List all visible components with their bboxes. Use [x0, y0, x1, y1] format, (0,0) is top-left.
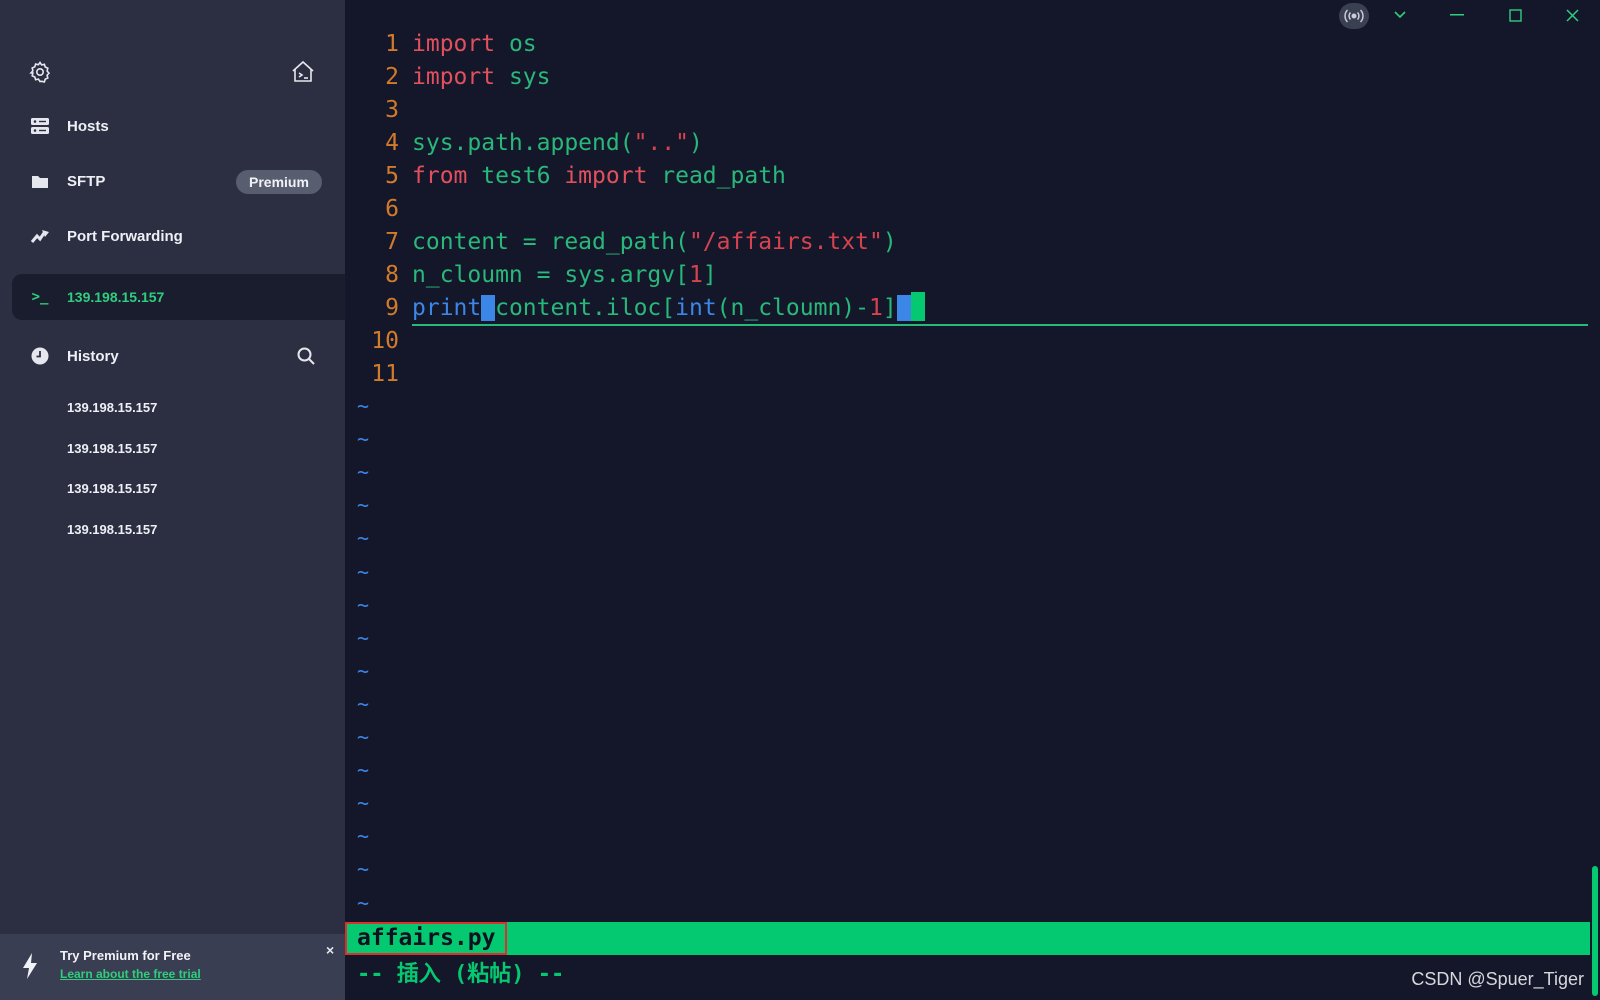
sidebar-item-hosts[interactable]: Hosts: [0, 104, 345, 148]
line-number: 9: [385, 295, 399, 321]
port-forwarding-icon: [30, 226, 50, 246]
code-text: import os: [412, 28, 537, 61]
matched-paren: (: [481, 295, 496, 321]
code-token: "/affairs.txt": [688, 229, 883, 255]
line-number: 8: [385, 262, 399, 288]
home-terminal-icon[interactable]: [290, 59, 316, 85]
empty-line-tilde: ~: [357, 758, 370, 783]
clock-icon: [30, 346, 50, 366]
scrollbar-thumb[interactable]: [1592, 866, 1598, 996]
history-entry[interactable]: 139.198.15.157: [67, 400, 157, 415]
sidebar-item-label: Hosts: [67, 117, 109, 135]
promo-title: Try Premium for Free: [60, 948, 191, 963]
free-trial-link[interactable]: Learn about the free trial: [60, 967, 201, 981]
empty-line-tilde: ~: [357, 427, 370, 452]
line-number: 4: [385, 130, 399, 156]
history-entry[interactable]: 139.198.15.157: [67, 481, 157, 496]
code-token: ]: [882, 295, 897, 321]
close-icon[interactable]: ×: [326, 942, 334, 958]
sidebar-item-active-session[interactable]: >_ 139.198.15.157: [12, 274, 345, 320]
search-icon[interactable]: [296, 346, 316, 366]
empty-line-tilde: ~: [357, 559, 370, 584]
empty-line-tilde: ~: [357, 691, 370, 716]
text-cursor: [910, 292, 925, 321]
terminal-icon: >_: [31, 289, 49, 305]
code-text: print(content.iloc[int(n_cloumn)-1]): [412, 292, 925, 325]
code-token: n_cloumn = sys.argv[: [412, 262, 689, 288]
sidebar-item-label: SFTP: [67, 172, 106, 190]
code-token: read_path: [647, 163, 786, 189]
empty-line-tilde: ~: [357, 460, 370, 485]
empty-line-tilde: ~: [357, 493, 370, 518]
sidebar-top-bar: [0, 58, 345, 88]
line-number: 1: [385, 31, 399, 57]
cursor-line-underline: [412, 324, 1588, 326]
folder-icon: [30, 171, 50, 191]
history-label: History: [67, 347, 119, 365]
code-token: int: [675, 295, 717, 321]
lightning-icon: [23, 953, 37, 979]
code-token: content.iloc[: [495, 295, 676, 321]
line-number: 11: [371, 361, 399, 387]
empty-line-tilde: ~: [357, 824, 370, 849]
code-token: import: [412, 64, 496, 90]
code-token: import: [412, 31, 496, 57]
empty-line-tilde: ~: [357, 725, 370, 749]
history-entry[interactable]: 139.198.15.157: [67, 441, 157, 456]
line-number: 7: [385, 229, 399, 255]
empty-line-tilde: ~: [357, 890, 370, 915]
code-token: from: [412, 163, 468, 189]
code-token: ]: [702, 262, 717, 288]
code-token: os: [495, 31, 537, 57]
sidebar-item-label: 139.198.15.157: [67, 289, 165, 305]
line-number: 3: [385, 97, 399, 123]
code-text: import sys: [412, 61, 550, 94]
sidebar: Hosts SFTP Premium Port Forwarding >_ 13…: [0, 0, 345, 1000]
empty-line-tilde: ~: [357, 526, 370, 551]
history-entry[interactable]: 139.198.15.157: [67, 522, 157, 537]
matched-paren: ): [896, 295, 911, 321]
history-header[interactable]: History: [0, 334, 345, 378]
code-text: n_cloumn = sys.argv[1]: [412, 259, 717, 292]
code-token: ): [688, 130, 703, 156]
empty-line-tilde: ~: [357, 592, 370, 617]
empty-line-tilde: ~: [357, 658, 370, 683]
gear-icon[interactable]: [28, 60, 52, 84]
line-number: 10: [371, 328, 399, 354]
empty-line-tilde: ~: [357, 394, 370, 418]
code-token: print: [412, 295, 482, 321]
vim-editor[interactable]: 1 import os 2 import sys 3 4 sys.path.append("…: [345, 0, 1600, 1000]
empty-line-tilde: ~: [357, 625, 370, 650]
code-token: ): [882, 229, 897, 255]
code-token: "..": [633, 130, 689, 156]
line-number: 6: [385, 196, 399, 222]
code-token: 1: [688, 262, 703, 288]
code-token: (n_cloumn)-: [716, 295, 869, 321]
status-line: affairs.py: [345, 922, 1590, 955]
code-text: content = read_path("/affairs.txt"): [412, 226, 897, 259]
sidebar-item-port-forwarding[interactable]: Port Forwarding: [0, 214, 345, 258]
empty-line-tilde: ~: [357, 791, 370, 816]
hosts-icon: [30, 116, 50, 136]
code-text: sys.path.append(".."): [412, 127, 703, 160]
code-token: test6: [467, 163, 565, 189]
status-filename: affairs.py: [345, 922, 508, 955]
code-text: from test6 import read_path: [412, 160, 786, 193]
code-token: 1: [869, 295, 883, 321]
code-token: import: [564, 163, 648, 189]
premium-badge: Premium: [236, 170, 322, 194]
code-token: content = read_path(: [412, 229, 689, 255]
line-number: 5: [385, 163, 399, 189]
empty-line-tilde: ~: [357, 857, 370, 882]
premium-promo: Try Premium for Free Learn about the fre…: [0, 934, 345, 1000]
line-number: 2: [385, 64, 399, 90]
code-token: sys.path.append(: [412, 130, 634, 156]
sidebar-item-sftp[interactable]: SFTP Premium: [0, 159, 345, 203]
sidebar-item-label: Port Forwarding: [67, 227, 183, 245]
code-token: sys: [495, 64, 551, 90]
watermark: CSDN @Spuer_Tiger: [1411, 969, 1584, 989]
mode-indicator: -- 插入 (粘帖) --: [357, 962, 565, 987]
